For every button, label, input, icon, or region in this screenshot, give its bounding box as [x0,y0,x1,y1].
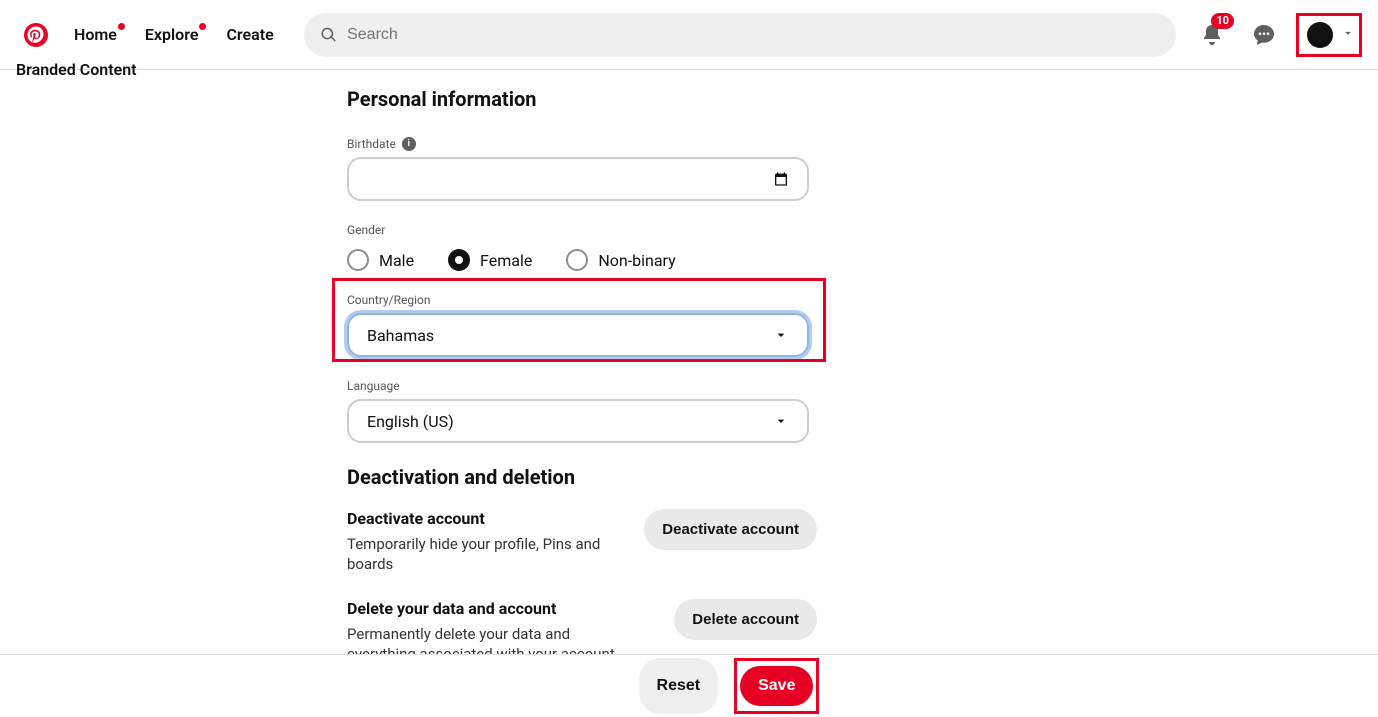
sidebar-item-label: Branded Content [16,60,137,79]
language-select[interactable]: English (US) [347,399,809,443]
reset-button[interactable]: Reset [639,658,719,714]
country-label: Country/Region [347,293,817,307]
gender-female-label: Female [480,251,532,270]
pinterest-logo[interactable] [12,23,60,47]
nav-create[interactable]: Create [212,17,287,52]
delete-subtitle: Delete your data and account [347,599,617,618]
sidebar-item-branded-content[interactable]: Branded Content [16,60,137,79]
calendar-icon [773,171,789,187]
header-right: 10 [1192,13,1366,57]
country-select[interactable]: Bahamas [347,313,809,357]
save-button[interactable]: Save [740,666,813,706]
nav-explore-dot-icon [199,23,206,30]
nav-home-dot-icon [118,23,125,30]
gender-radio-group: Male Female Non-binary [347,249,817,271]
radio-icon [566,249,588,271]
chevron-down-icon [773,327,789,343]
language-value: English (US) [367,412,454,431]
gender-female-option[interactable]: Female [448,249,532,271]
deactivate-row: Deactivate account Temporarily hide your… [347,509,817,575]
delete-button[interactable]: Delete account [674,599,817,640]
language-label: Language [347,379,817,393]
deactivate-desc: Temporarily hide your profile, Pins and … [347,534,617,575]
deactivation-section: Deactivation and deletion Deactivate acc… [347,465,817,664]
country-field-wrap: Country/Region Bahamas [347,293,817,357]
header-bar: Home Explore Create 10 [0,0,1378,70]
radio-icon [347,249,369,271]
birthdate-label: Birthdate i [347,137,817,151]
search-icon [320,26,337,44]
profile-dropdown-highlight [1296,13,1362,57]
birthdate-input[interactable] [347,157,809,201]
gender-nonbinary-option[interactable]: Non-binary [566,249,675,271]
footer-bar: Reset Save [0,654,1378,717]
chat-icon [1252,23,1276,47]
search-bar[interactable] [304,13,1176,57]
deactivation-title: Deactivation and deletion [347,465,817,489]
personal-info-title: Personal information [347,87,817,111]
deactivate-button[interactable]: Deactivate account [644,509,817,550]
search-input[interactable] [347,26,1160,44]
pinterest-icon [24,23,48,47]
notifications-button[interactable]: 10 [1192,15,1232,55]
deactivate-subtitle: Deactivate account [347,509,617,528]
avatar[interactable] [1307,22,1333,48]
save-highlight-box: Save [734,658,819,714]
gender-male-option[interactable]: Male [347,249,414,271]
nav-links: Home Explore Create [60,17,288,52]
gender-nonbinary-label: Non-binary [598,251,675,270]
nav-create-label: Create [226,25,273,44]
gender-label: Gender [347,223,817,237]
nav-home[interactable]: Home [60,17,131,52]
account-menu-button[interactable] [1341,25,1355,44]
messages-button[interactable] [1244,15,1284,55]
nav-explore-label: Explore [145,25,199,44]
notifications-badge: 10 [1211,13,1234,29]
main-content: Personal information Birthdate i Gender … [347,70,817,664]
gender-male-label: Male [379,251,414,270]
nav-home-label: Home [74,25,117,44]
country-value: Bahamas [367,326,434,345]
info-icon[interactable]: i [402,137,416,151]
birthdate-label-text: Birthdate [347,137,396,151]
chevron-down-icon [773,413,789,429]
deactivate-text: Deactivate account Temporarily hide your… [347,509,617,575]
chevron-down-icon [1341,26,1355,40]
radio-selected-icon [448,249,470,271]
nav-explore[interactable]: Explore [131,17,213,52]
